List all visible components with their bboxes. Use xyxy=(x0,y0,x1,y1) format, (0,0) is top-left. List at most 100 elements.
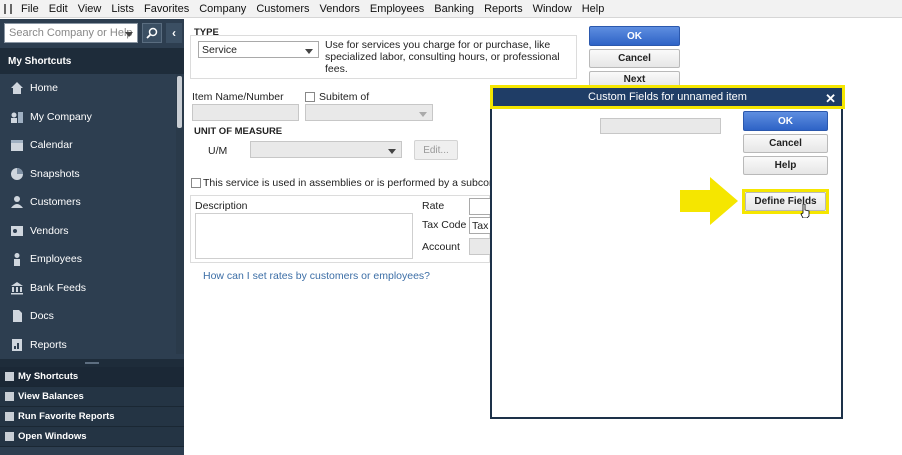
dialog-help-button[interactable]: Help xyxy=(743,156,828,175)
menu-company[interactable]: Company xyxy=(199,3,246,15)
sidebar-item-label: Snapshots xyxy=(30,167,80,180)
sidebar-item-docs[interactable]: Docs xyxy=(0,302,176,331)
rate-label: Rate xyxy=(422,200,445,212)
description-textarea[interactable] xyxy=(195,213,413,259)
shortcuts-icon xyxy=(5,372,14,381)
sidebar-tab-run-favorite-reports[interactable]: Run Favorite Reports xyxy=(0,407,184,427)
search-dropdown-icon[interactable] xyxy=(125,32,133,37)
chevron-down-icon xyxy=(419,112,427,117)
sidebar-item-label: Bank Feeds xyxy=(30,281,87,294)
ok-button[interactable]: OK xyxy=(589,26,680,46)
menu-employees[interactable]: Employees xyxy=(370,3,424,15)
menu-vendors[interactable]: Vendors xyxy=(320,3,360,15)
collapse-sidebar-button[interactable]: ‹ xyxy=(166,23,182,43)
close-icon[interactable]: ✕ xyxy=(825,91,836,107)
menu-bar: File Edit View Lists Favorites Company C… xyxy=(0,0,902,18)
subitem-checkbox[interactable] xyxy=(305,92,315,102)
assemblies-checkbox-label: This service is used in assemblies or is… xyxy=(203,177,525,189)
sidebar-item-label: Customers xyxy=(30,196,81,209)
cancel-button[interactable]: Cancel xyxy=(589,49,680,68)
sidebar-item-label: My Company xyxy=(30,110,92,123)
subitem-select[interactable] xyxy=(305,104,433,121)
account-label: Account xyxy=(422,241,460,253)
item-name-input[interactable] xyxy=(192,104,299,121)
rates-help-link[interactable]: How can I set rates by customers or empl… xyxy=(203,270,430,282)
chevron-left-icon: ‹ xyxy=(172,26,176,40)
type-description: Use for services you charge for or purch… xyxy=(325,39,560,75)
balances-icon xyxy=(5,392,14,401)
subitem-label: Subitem of xyxy=(319,91,370,103)
sidebar-tab-open-windows[interactable]: Open Windows xyxy=(0,427,184,447)
customer-icon xyxy=(10,195,24,209)
menu-edit[interactable]: Edit xyxy=(49,3,68,15)
search-icon xyxy=(146,27,158,39)
sidebar-scrollbar[interactable] xyxy=(176,74,184,354)
shortcuts-list: Home My Company Calendar Snapshots Custo… xyxy=(0,74,176,359)
search-placeholder: Search Company or Help xyxy=(9,27,133,39)
sidebar-scrollbar-thumb[interactable] xyxy=(177,76,182,128)
define-fields-button[interactable]: Define Fields xyxy=(745,192,826,211)
menu-customers[interactable]: Customers xyxy=(256,3,309,15)
sidebar-item-label: Vendors xyxy=(30,224,69,237)
sidebar-tab-label: View Balances xyxy=(18,391,84,402)
sidebar-item-customers[interactable]: Customers xyxy=(0,188,176,217)
sidebar-tab-view-balances[interactable]: View Balances xyxy=(0,387,184,407)
sidebar-tab-my-shortcuts[interactable]: My Shortcuts xyxy=(0,367,184,387)
dialog-ok-button[interactable]: OK xyxy=(743,111,828,131)
bank-icon xyxy=(10,281,24,295)
menu-view[interactable]: View xyxy=(78,3,102,15)
assemblies-checkbox[interactable] xyxy=(191,178,201,188)
sidebar-item-calendar[interactable]: Calendar xyxy=(0,131,176,160)
sidebar-tab-label: My Shortcuts xyxy=(18,371,79,382)
menu-reports[interactable]: Reports xyxy=(484,3,523,15)
hand-cursor-icon xyxy=(800,204,810,218)
tax-code-select[interactable]: Tax xyxy=(469,217,491,234)
sidebar-item-bank-feeds[interactable]: Bank Feeds xyxy=(0,274,176,303)
company-icon xyxy=(10,110,24,124)
type-label: TYPE xyxy=(194,27,219,38)
sidebar-item-vendors[interactable]: Vendors xyxy=(0,217,176,246)
open-windows-icon xyxy=(5,432,14,441)
um-select[interactable] xyxy=(250,141,402,158)
app-menu-icon[interactable] xyxy=(4,3,12,14)
sidebar-item-label: Docs xyxy=(30,310,54,323)
item-name-label: Item Name/Number xyxy=(192,91,284,103)
vendor-icon xyxy=(10,224,24,238)
dialog-title: Custom Fields for unnamed item xyxy=(588,91,747,103)
rate-input[interactable] xyxy=(469,198,491,215)
sidebar-tab-label: Run Favorite Reports xyxy=(18,411,115,422)
menu-window[interactable]: Window xyxy=(533,3,572,15)
sidebar-item-snapshots[interactable]: Snapshots xyxy=(0,160,176,189)
sidebar-item-employees[interactable]: Employees xyxy=(0,245,176,274)
custom-field-input[interactable] xyxy=(600,118,721,134)
search-button[interactable] xyxy=(142,23,162,43)
sidebar-item-my-company[interactable]: My Company xyxy=(0,103,176,132)
menu-lists[interactable]: Lists xyxy=(111,3,134,15)
sidebar-item-label: Employees xyxy=(30,253,82,266)
sidebar-bottom-panel: My Shortcuts View Balances Run Favorite … xyxy=(0,359,184,447)
dialog-cancel-button[interactable]: Cancel xyxy=(743,134,828,153)
employees-icon xyxy=(10,252,24,267)
document-icon xyxy=(10,309,24,323)
edit-um-button[interactable]: Edit... xyxy=(414,140,458,160)
chevron-down-icon xyxy=(305,49,313,54)
account-select[interactable] xyxy=(469,238,491,255)
sidebar-item-home[interactable]: Home xyxy=(0,74,176,103)
menu-file[interactable]: File xyxy=(21,3,39,15)
description-label: Description xyxy=(195,200,248,212)
um-label: U/M xyxy=(208,145,228,157)
sidebar-resize-handle[interactable] xyxy=(0,359,184,367)
dialog-title-bar[interactable]: Custom Fields for unnamed item ✕ xyxy=(490,85,845,109)
menu-help[interactable]: Help xyxy=(582,3,605,15)
tax-code-label: Tax Code xyxy=(422,219,467,231)
reports-icon xyxy=(10,338,24,352)
left-icon-bar: Search Company or Help ‹ My Shortcuts Ho… xyxy=(0,19,184,455)
sidebar-item-reports[interactable]: Reports xyxy=(0,331,176,360)
menu-favorites[interactable]: Favorites xyxy=(144,3,189,15)
type-select[interactable]: Service xyxy=(198,41,319,58)
search-input[interactable]: Search Company or Help xyxy=(4,23,138,43)
custom-fields-dialog: Custom Fields for unnamed item ✕ OK Canc… xyxy=(490,85,845,419)
type-select-value: Service xyxy=(202,44,238,56)
search-row: Search Company or Help ‹ xyxy=(4,23,182,43)
menu-banking[interactable]: Banking xyxy=(434,3,474,15)
